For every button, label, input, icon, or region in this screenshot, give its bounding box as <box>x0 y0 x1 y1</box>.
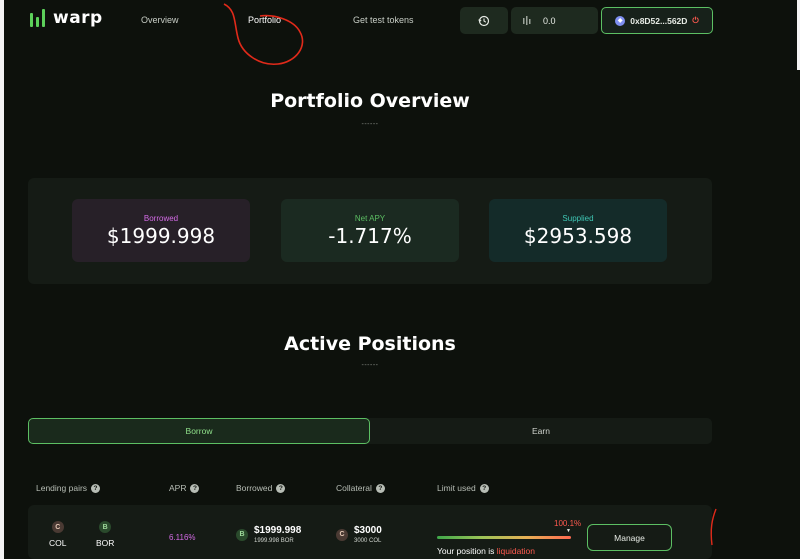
balance-value: 0.0 <box>543 15 556 26</box>
wallet-address: 0x8D52...562D <box>630 15 688 26</box>
warp-logo-icon <box>30 9 45 27</box>
bor-token-icon: B <box>236 528 248 541</box>
column-header-collateral: Collateral ? <box>336 483 385 493</box>
help-icon[interactable]: ? <box>91 483 101 493</box>
col-token-icon: C <box>51 521 64 533</box>
logo[interactable]: warp <box>30 8 103 28</box>
column-label: Lending pairs <box>36 483 88 493</box>
balance-button[interactable]: 0.0 <box>511 7 598 34</box>
ethereum-icon: ◆ <box>615 15 626 26</box>
borrowed-cell: B $1999.998 1999.998 BOR <box>236 525 301 544</box>
token-name: COL <box>49 538 67 548</box>
tab-borrow[interactable]: Borrow <box>28 418 370 444</box>
stat-value-supplied: $2953.598 <box>523 224 633 248</box>
power-icon[interactable]: ⏻ <box>692 16 698 26</box>
history-clock-icon <box>478 15 490 26</box>
apr-value: 6.116% <box>169 533 196 542</box>
bor-token-icon: B <box>99 521 112 533</box>
column-header-borrowed: Borrowed ? <box>236 483 286 493</box>
token-name: BOR <box>96 538 115 548</box>
help-icon[interactable]: ? <box>479 483 489 493</box>
col-token-icon: C <box>336 528 348 541</box>
collateral-cell: C $3000 3000 COL <box>336 525 382 544</box>
nav-link-get-test-tokens[interactable]: Get test tokens <box>353 15 414 25</box>
position-status-note: Your position is liquidation <box>437 546 535 556</box>
column-label: Borrowed <box>236 483 273 493</box>
stat-value-borrowed: $1999.998 <box>106 224 216 248</box>
help-icon[interactable]: ? <box>190 483 200 493</box>
left-edge-strip <box>0 0 4 559</box>
red-annotation-scribble <box>223 3 304 65</box>
top-nav: warp Overview Portfolio Get test tokens … <box>4 0 800 65</box>
bars-icon <box>523 16 531 25</box>
column-label: APR <box>169 483 187 493</box>
stat-label-supplied: Supplied <box>562 214 594 223</box>
stats-panel: Borrowed $1999.998 Net APY -1.717% Suppl… <box>28 178 712 284</box>
history-button[interactable] <box>460 7 508 34</box>
column-header-limit-used: Limit used ? <box>437 483 489 493</box>
nav-link-portfolio[interactable]: Portfolio <box>248 15 281 25</box>
limit-marker-icon: ▼ <box>566 528 571 534</box>
stat-label-borrowed: Borrowed <box>143 214 179 223</box>
stat-label-net-apy: Net APY <box>354 214 386 223</box>
stat-value-net-apy: -1.717% <box>328 224 412 248</box>
pair-token-col: C COL <box>49 521 66 548</box>
table-row[interactable]: C COL B BOR 6.116% B $1999.998 1999.998 … <box>28 505 712 559</box>
collateral-amount: $3000 <box>354 525 382 536</box>
stat-card-net-apy: Net APY -1.717% <box>281 199 459 262</box>
portfolio-title-divider: ------ <box>361 121 379 128</box>
status-liquidation: liquidation <box>496 546 535 556</box>
stat-card-borrowed: Borrowed $1999.998 <box>72 199 250 262</box>
position-tabs: Borrow Earn <box>28 418 712 444</box>
column-header-apr: APR ? <box>169 483 200 493</box>
wallet-button[interactable]: ◆ 0x8D52...562D ⏻ <box>601 7 713 34</box>
limit-used-bar <box>437 536 571 539</box>
limit-used-percent: 100.1% <box>554 519 582 528</box>
status-prefix: Your position is <box>437 546 495 556</box>
help-icon[interactable]: ? <box>276 483 286 493</box>
borrowed-amount: $1999.998 <box>254 525 302 536</box>
borrowed-sub-amount: 1999.998 BOR <box>254 538 294 544</box>
column-header-lending-pairs: Lending pairs ? <box>36 483 101 493</box>
nav-link-overview[interactable]: Overview <box>141 15 179 25</box>
logo-text: warp <box>53 8 103 28</box>
positions-title: Active Positions <box>284 333 456 355</box>
manage-button[interactable]: Manage <box>587 524 672 551</box>
tab-earn[interactable]: Earn <box>370 418 712 444</box>
column-label: Collateral <box>336 483 372 493</box>
column-label: Limit used <box>437 483 476 493</box>
portfolio-title: Portfolio Overview <box>270 90 470 112</box>
help-icon[interactable]: ? <box>375 483 385 493</box>
stat-card-supplied: Supplied $2953.598 <box>489 199 667 262</box>
positions-title-divider: ------ <box>361 362 379 369</box>
collateral-sub-amount: 3000 COL <box>354 538 382 544</box>
pair-token-bor: B BOR <box>96 521 114 548</box>
